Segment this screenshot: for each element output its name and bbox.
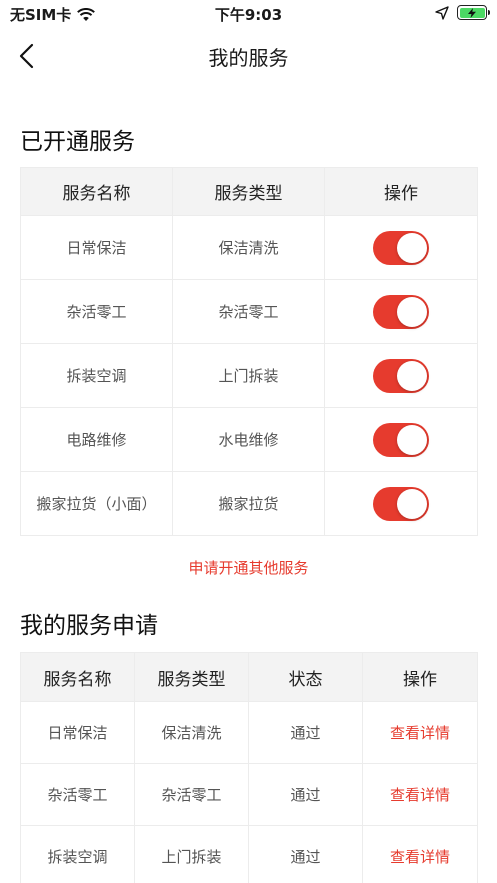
service-type-cell: 保洁清洗 [172, 215, 325, 280]
view-details-link[interactable]: 查看详情 [390, 848, 450, 866]
service-name-cell: 拆装空调 [20, 343, 173, 408]
table-header-row: 服务名称 服务类型 状态 操作 [20, 652, 478, 702]
status-time: 下午9:03 [214, 6, 283, 24]
status-cell: 通过 [248, 825, 363, 883]
action-cell [324, 343, 478, 408]
service-type-cell: 杂活零工 [134, 763, 249, 826]
view-details-link[interactable]: 查看详情 [390, 786, 450, 804]
view-details-link[interactable]: 查看详情 [390, 724, 450, 742]
col-header-action: 操作 [362, 652, 478, 702]
service-toggle[interactable] [373, 486, 429, 521]
action-cell [324, 407, 478, 472]
applications-title: 我的服务申请 [20, 613, 158, 639]
service-type-cell: 搬家拉货 [172, 471, 325, 536]
service-toggle[interactable] [373, 422, 429, 457]
col-header-service-name: 服务名称 [20, 652, 135, 702]
service-name-cell: 杂活零工 [20, 763, 135, 826]
service-name-cell: 杂活零工 [20, 279, 173, 344]
opened-services-table: 服务名称 服务类型 操作 日常保洁 保洁清洗 杂活零工 杂活零工 拆装空调 上门… [20, 167, 478, 536]
col-header-service-name: 服务名称 [20, 167, 173, 216]
col-header-service-type: 服务类型 [134, 652, 249, 702]
table-row: 日常保洁 保洁清洗 [20, 215, 478, 280]
service-name-cell: 日常保洁 [20, 701, 135, 764]
battery-charging-icon [457, 5, 490, 20]
applications-table: 服务名称 服务类型 状态 操作 日常保洁 保洁清洗 通过 查看详情 杂活零工 杂… [20, 652, 478, 883]
location-icon [435, 5, 449, 20]
toggle-knob [397, 488, 427, 519]
table-row: 电路维修 水电维修 [20, 407, 478, 472]
service-toggle[interactable] [373, 358, 429, 393]
opened-services-title: 已开通服务 [20, 129, 135, 155]
col-header-service-type: 服务类型 [172, 167, 325, 216]
service-type-cell: 上门拆装 [172, 343, 325, 408]
status-bar: 无SIM卡 下午9:03 [0, 0, 497, 28]
table-row: 日常保洁 保洁清洗 通过 查看详情 [20, 701, 478, 764]
table-row: 拆装空调 上门拆装 通过 查看详情 [20, 825, 478, 883]
service-name-cell: 拆装空调 [20, 825, 135, 883]
status-right [435, 5, 490, 20]
col-header-action: 操作 [324, 167, 478, 216]
nav-bar: 我的服务 [0, 28, 497, 84]
action-cell: 查看详情 [362, 825, 478, 883]
action-cell [324, 471, 478, 536]
toggle-knob [397, 232, 427, 263]
table-row: 拆装空调 上门拆装 [20, 343, 478, 408]
service-toggle[interactable] [373, 230, 429, 265]
page-title: 我的服务 [208, 46, 289, 70]
service-name-cell: 搬家拉货（小面） [20, 471, 173, 536]
status-cell: 通过 [248, 701, 363, 764]
toggle-knob [397, 296, 427, 327]
status-cell: 通过 [248, 763, 363, 826]
toggle-knob [397, 360, 427, 391]
table-row: 搬家拉货（小面） 搬家拉货 [20, 471, 478, 536]
table-row: 杂活零工 杂活零工 通过 查看详情 [20, 763, 478, 826]
service-type-cell: 杂活零工 [172, 279, 325, 344]
action-cell: 查看详情 [362, 701, 478, 764]
service-type-cell: 保洁清洗 [134, 701, 249, 764]
table-header-row: 服务名称 服务类型 操作 [20, 167, 478, 216]
table-row: 杂活零工 杂活零工 [20, 279, 478, 344]
service-type-cell: 水电维修 [172, 407, 325, 472]
service-type-cell: 上门拆装 [134, 825, 249, 883]
col-header-status: 状态 [248, 652, 363, 702]
action-cell [324, 279, 478, 344]
toggle-knob [397, 424, 427, 455]
service-name-cell: 日常保洁 [20, 215, 173, 280]
action-cell [324, 215, 478, 280]
service-toggle[interactable] [373, 294, 429, 329]
apply-other-services-link[interactable]: 申请开通其他服务 [0, 557, 497, 578]
service-name-cell: 电路维修 [20, 407, 173, 472]
action-cell: 查看详情 [362, 763, 478, 826]
